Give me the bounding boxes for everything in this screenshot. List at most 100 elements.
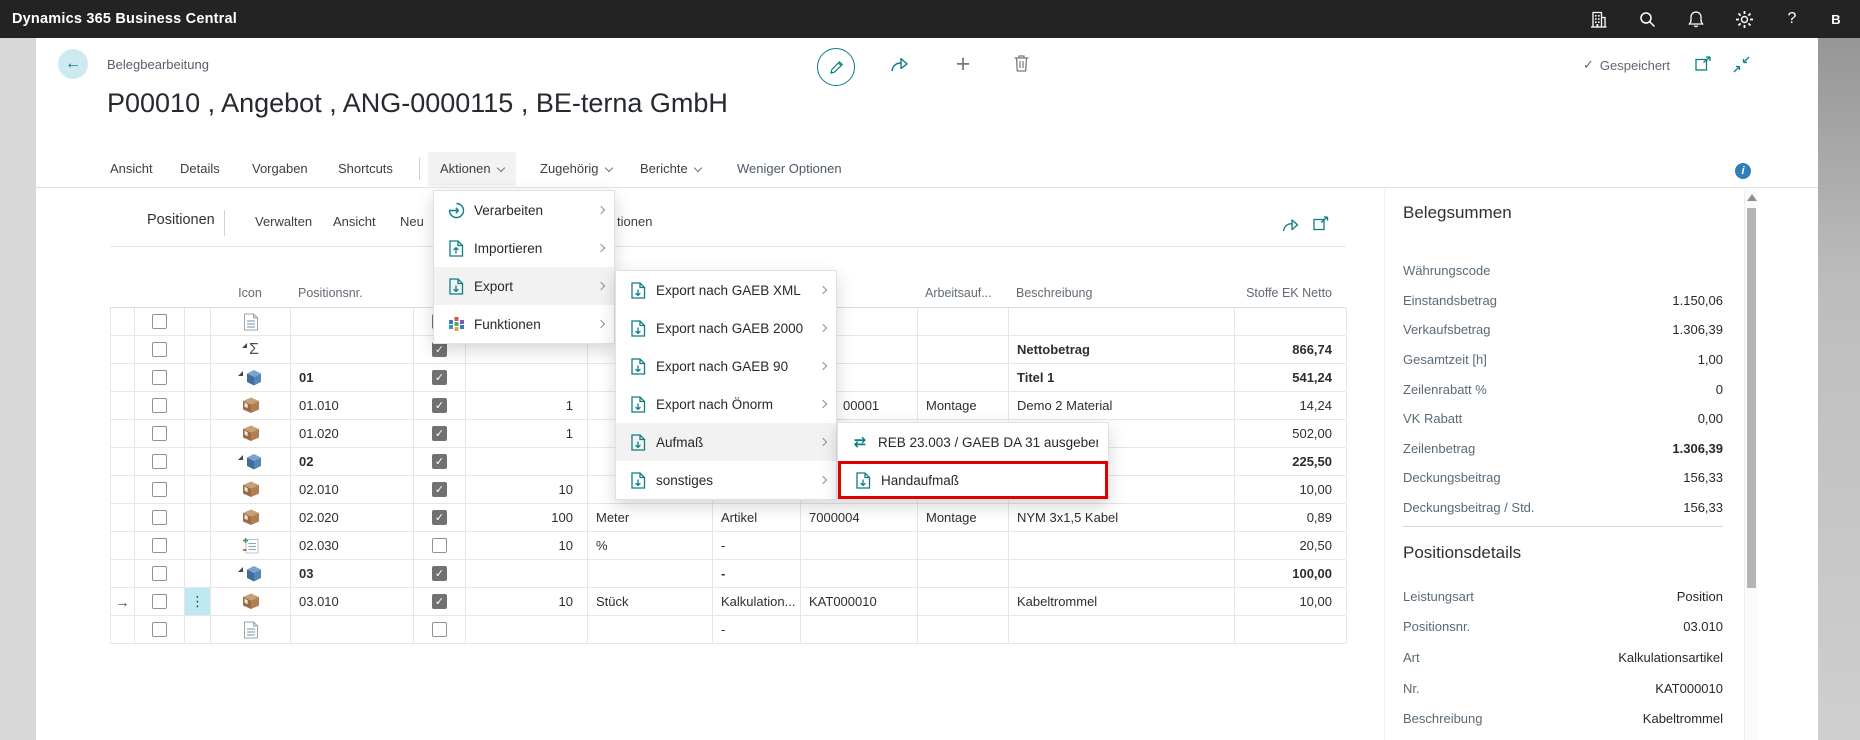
menu-item-export[interactable]: Export (434, 267, 614, 305)
cell-qty[interactable] (466, 448, 588, 475)
column-header-icon[interactable]: Icon (210, 286, 290, 300)
cell-nr[interactable]: KAT000010 (801, 588, 918, 615)
field-label[interactable]: Art (1403, 650, 1420, 665)
menu-item-funktionen[interactable]: Funktionen (434, 305, 614, 343)
cell-chk2[interactable]: ✓ (414, 476, 466, 503)
cell-arb[interactable] (918, 336, 1009, 363)
cell-val[interactable]: 541,24 (1235, 364, 1347, 391)
cell-chk[interactable] (135, 532, 185, 559)
cell-chk2[interactable] (414, 616, 466, 643)
field-label[interactable]: Deckungsbeitrag / Std. (1403, 500, 1535, 515)
cell-unit[interactable]: % (588, 532, 713, 559)
scrollbar-thumb[interactable] (1747, 208, 1756, 588)
cell-qty[interactable]: 1 (466, 392, 588, 419)
collapse-window-icon[interactable] (1733, 56, 1750, 78)
table-row[interactable]: 03 ✓ - 100,00 (110, 560, 1347, 588)
cell-chk[interactable] (135, 392, 185, 419)
row-active-checkbox[interactable]: ✓ (432, 342, 447, 357)
menubar-item-vorgaben[interactable]: Vorgaben (252, 152, 308, 186)
cell-pos[interactable]: 01.020 (291, 420, 414, 447)
submenu-item-export-nach-norm[interactable]: Export nach Önorm (616, 385, 836, 423)
cell-arb[interactable] (918, 532, 1009, 559)
field-label[interactable]: Nr. (1403, 681, 1420, 696)
cell-qty[interactable] (466, 364, 588, 391)
cell-pos[interactable]: 02.010 (291, 476, 414, 503)
positions-toolbar-ansicht[interactable]: Ansicht (333, 214, 376, 229)
cell-val[interactable]: 866,74 (1235, 336, 1347, 363)
cell-besch[interactable] (1009, 532, 1235, 559)
menu-item-verarbeiten[interactable]: Verarbeiten (434, 191, 614, 229)
vertical-scrollbar[interactable] (1744, 190, 1758, 740)
cell-chk[interactable] (135, 588, 185, 615)
cell-arb[interactable] (918, 616, 1009, 643)
expand-caret-icon[interactable] (238, 455, 243, 460)
user-avatar[interactable]: B (1821, 4, 1851, 34)
cell-nr[interactable]: 7000004 (801, 504, 918, 531)
cell-arb[interactable] (918, 588, 1009, 615)
cell-arb[interactable] (918, 364, 1009, 391)
submenu-item-export-nach-gaeb-xml[interactable]: Export nach GAEB XML (616, 271, 836, 309)
menubar-less-options[interactable]: Weniger Optionen (737, 152, 842, 186)
submenu-item-handaufma-[interactable]: Handaufmaß (838, 461, 1108, 499)
menubar-dropdown-berichte[interactable]: Berichte (640, 152, 702, 186)
submenu-item-export-nach-gaeb-90[interactable]: Export nach GAEB 90 (616, 347, 836, 385)
expand-caret-icon[interactable] (238, 567, 243, 572)
cell-pos[interactable]: 02 (291, 448, 414, 475)
cell-unit[interactable] (588, 560, 713, 587)
cell-besch[interactable]: Nettobetrag (1009, 336, 1235, 363)
cell-val[interactable]: 225,50 (1235, 448, 1347, 475)
row-select-checkbox[interactable] (152, 482, 167, 497)
cell-val[interactable]: 14,24 (1235, 392, 1347, 419)
edit-pencil-button[interactable] (817, 48, 855, 86)
row-active-checkbox[interactable]: ✓ (432, 566, 447, 581)
submenu-item-export-nach-gaeb-2000[interactable]: Export nach GAEB 2000 (616, 309, 836, 347)
row-active-checkbox[interactable]: ✓ (432, 370, 447, 385)
help-icon[interactable]: ? (1782, 9, 1802, 29)
field-label[interactable]: Einstandsbetrag (1403, 293, 1497, 308)
column-header-val[interactable]: Stoffe EK Netto (1234, 286, 1346, 300)
cell-val[interactable]: 10,00 (1235, 476, 1347, 503)
expand-caret-icon[interactable] (238, 371, 243, 376)
row-active-checkbox[interactable]: ✓ (432, 454, 447, 469)
row-active-checkbox[interactable] (432, 538, 447, 553)
share-button[interactable] (889, 55, 909, 73)
cell-chk2[interactable]: ✓ (414, 448, 466, 475)
cell-chk[interactable] (135, 308, 185, 335)
cell-chk2[interactable] (414, 532, 466, 559)
row-active-checkbox[interactable]: ✓ (432, 510, 447, 525)
cell-besch[interactable]: Kabeltrommel (1009, 588, 1235, 615)
cell-chk[interactable] (135, 448, 185, 475)
cell-chk[interactable] (135, 560, 185, 587)
cell-pos[interactable]: 03.010 (291, 588, 414, 615)
open-list-in-new-window-icon[interactable] (1313, 216, 1330, 236)
cell-val[interactable]: 502,00 (1235, 420, 1347, 447)
cell-qty[interactable]: 10 (466, 532, 588, 559)
cell-arb[interactable] (918, 308, 1009, 335)
positions-section-title[interactable]: Positionen (147, 212, 215, 228)
add-new-button[interactable]: + (951, 50, 975, 78)
delete-trash-button[interactable] (1013, 54, 1030, 73)
column-header-arb[interactable]: Arbeitsauf... (917, 286, 1008, 300)
cell-val[interactable]: 10,00 (1235, 588, 1347, 615)
submenu-item-sonstiges[interactable]: sonstiges (616, 461, 836, 499)
cell-val[interactable]: 100,00 (1235, 560, 1347, 587)
search-icon[interactable] (1637, 9, 1657, 29)
cell-pos[interactable]: 01 (291, 364, 414, 391)
row-select-checkbox[interactable] (152, 426, 167, 441)
cell-chk[interactable] (135, 616, 185, 643)
cell-chk2[interactable]: ✓ (414, 392, 466, 419)
breadcrumb[interactable]: Belegbearbeitung (107, 57, 209, 72)
cell-unit[interactable]: Stück (588, 588, 713, 615)
cell-val[interactable]: 0,89 (1235, 504, 1347, 531)
expand-caret-icon[interactable] (242, 343, 248, 348)
cell-qty[interactable] (466, 560, 588, 587)
notifications-bell-icon[interactable] (1686, 9, 1706, 29)
row-select-checkbox[interactable] (152, 370, 167, 385)
table-row[interactable]: → ⋮ 03.010 ✓ 10 Stück Kalkulation... KAT000010 K… (110, 588, 1347, 616)
submenu-item-aufma-[interactable]: Aufmaß (616, 423, 836, 461)
cell-qty[interactable]: 10 (466, 476, 588, 503)
cell-chk[interactable] (135, 504, 185, 531)
cell-chk[interactable] (135, 336, 185, 363)
menubar-item-ansicht[interactable]: Ansicht (110, 152, 153, 186)
cell-nr[interactable] (801, 532, 918, 559)
